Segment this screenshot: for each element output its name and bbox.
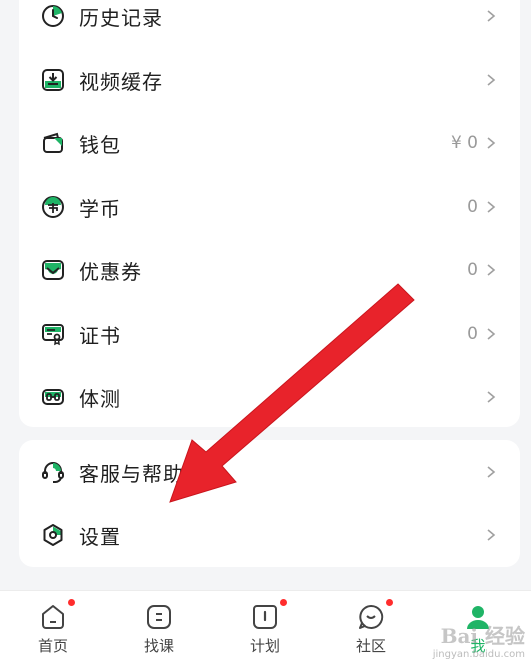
watermark: Bai 经验 jingyan.baidu.com (433, 620, 525, 660)
tab-plan[interactable]: 计划 (212, 591, 318, 669)
home-icon (39, 603, 67, 631)
menu-card-main: 历史记录 视频缓存 钱包 ¥ 0 学币 0 优惠券 0 证书 0 体测 (19, 0, 520, 427)
tab-label: 找课 (143, 637, 174, 655)
chevron-right-icon (484, 327, 498, 341)
menu-card-support: 客服与帮助 设置 (19, 440, 520, 567)
find-course-icon (145, 603, 173, 631)
menu-item-label: 优惠券 (79, 259, 142, 284)
coin-count: 0 (467, 197, 478, 217)
menu-item-label: 历史记录 (79, 5, 163, 30)
menu-item-history[interactable]: 历史记录 (19, 0, 520, 46)
chevron-right-icon (484, 465, 498, 479)
menu-item-coins[interactable]: 学币 0 (19, 177, 520, 237)
menu-item-label: 视频缓存 (79, 69, 163, 94)
watermark-text: Bai 经验 (440, 624, 525, 648)
certificate-count: 0 (467, 324, 478, 344)
chevron-right-icon (484, 528, 498, 542)
menu-item-label: 学币 (79, 196, 121, 221)
tab-home[interactable]: 首页 (0, 591, 106, 669)
menu-item-label: 客服与帮助 (79, 461, 184, 486)
menu-item-label: 证书 (79, 323, 121, 348)
menu-item-settings[interactable]: 设置 (19, 505, 520, 565)
headset-icon (41, 460, 65, 484)
certificate-icon (41, 322, 65, 346)
chevron-right-icon (484, 9, 498, 23)
menu-item-coupons[interactable]: 优惠券 0 (19, 240, 520, 300)
plan-icon (251, 603, 279, 631)
menu-item-video-cache[interactable]: 视频缓存 (19, 50, 520, 110)
tab-label: 首页 (37, 637, 68, 655)
history-icon (41, 4, 65, 28)
wallet-balance: ¥ 0 (450, 133, 478, 153)
watermark-url: jingyan.baidu.com (432, 649, 525, 660)
settings-icon (41, 523, 65, 547)
chevron-right-icon (484, 390, 498, 404)
coupon-icon (41, 258, 65, 282)
menu-item-label: 设置 (79, 524, 121, 549)
notification-badge (386, 599, 393, 606)
tab-community[interactable]: 社区 (318, 591, 424, 669)
wallet-icon (41, 131, 65, 155)
community-icon (357, 603, 385, 631)
menu-item-fitness-test[interactable]: 体测 (19, 367, 520, 427)
menu-item-wallet[interactable]: 钱包 ¥ 0 (19, 113, 520, 173)
chevron-right-icon (484, 200, 498, 214)
notification-badge (280, 599, 287, 606)
tab-label: 社区 (355, 637, 386, 655)
menu-item-certificates[interactable]: 证书 0 (19, 304, 520, 364)
notification-badge (68, 599, 75, 606)
coupon-count: 0 (467, 260, 478, 280)
coin-icon (41, 195, 65, 219)
menu-item-customer-service[interactable]: 客服与帮助 (19, 442, 520, 502)
chevron-right-icon (484, 263, 498, 277)
tab-label: 计划 (249, 637, 280, 655)
chevron-right-icon (484, 73, 498, 87)
chevron-right-icon (484, 136, 498, 150)
video-download-icon (41, 68, 65, 92)
fitness-test-icon (41, 385, 65, 409)
menu-item-label: 钱包 (79, 132, 121, 157)
tab-find-course[interactable]: 找课 (106, 591, 212, 669)
menu-item-label: 体测 (79, 386, 121, 411)
